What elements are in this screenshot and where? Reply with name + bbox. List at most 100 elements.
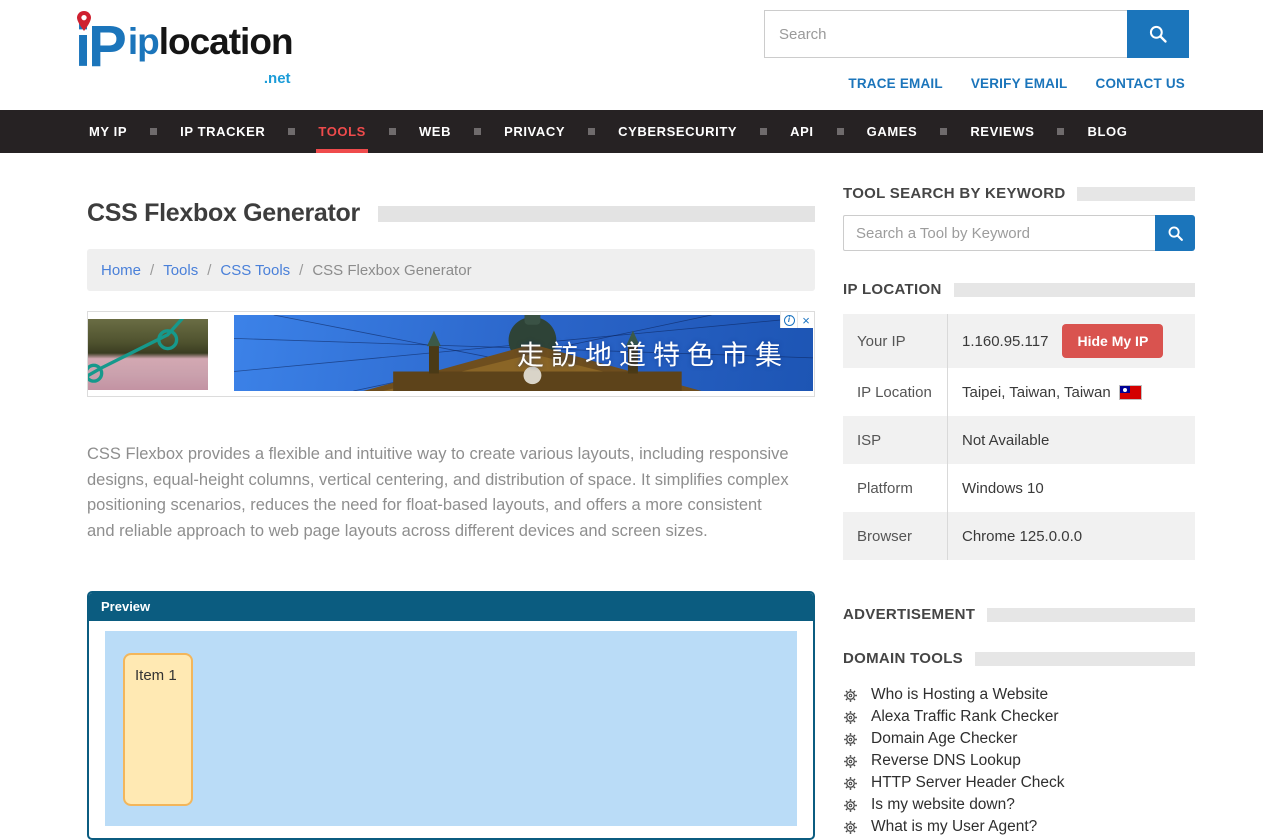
logo-location-text: location [159, 21, 293, 62]
browser-value: Chrome 125.0.0.0 [962, 528, 1082, 545]
nav-separator [760, 128, 767, 135]
nav-separator [940, 128, 947, 135]
row-value: Chrome 125.0.0.0 [948, 528, 1195, 545]
logo-wordmark: iplocation .net [128, 8, 293, 99]
search-icon [1148, 24, 1168, 44]
main-column: CSS Flexbox Generator Home / Tools / CSS… [87, 153, 815, 840]
nav-item-api[interactable]: API [788, 110, 815, 153]
header-search-input[interactable] [764, 10, 1127, 58]
domain-tool-link[interactable]: Domain Age Checker [871, 730, 1017, 748]
site-logo[interactable]: iP iplocation .net [75, 8, 293, 99]
list-item: Reverse DNS Lookup [843, 750, 1195, 772]
table-row: ISP Not Available [843, 416, 1195, 464]
isp-value: Not Available [962, 432, 1049, 449]
row-value: Windows 10 [948, 480, 1195, 497]
nav-item-games[interactable]: GAMES [865, 110, 920, 153]
advertisement-heading-text: ADVERTISEMENT [843, 606, 975, 623]
logo-ip-text: ip [128, 21, 159, 62]
domain-tool-link[interactable]: HTTP Server Header Check [871, 774, 1065, 792]
domain-tool-link[interactable]: What is my User Agent? [871, 818, 1037, 836]
nav-item-blog[interactable]: BLOG [1085, 110, 1129, 153]
nav-item-tools[interactable]: TOOLS [316, 110, 368, 153]
breadcrumb-separator: / [299, 262, 303, 279]
ad-controls: i × [780, 312, 814, 328]
preview-card: Preview Item 1 [87, 591, 815, 840]
gear-icon [843, 776, 858, 791]
header-search [764, 10, 1189, 58]
domain-tool-link[interactable]: Who is Hosting a Website [871, 686, 1048, 704]
tool-search-input[interactable] [843, 215, 1155, 251]
domain-tool-link[interactable]: Reverse DNS Lookup [871, 752, 1021, 770]
ip-location-heading-text: IP LOCATION [843, 281, 942, 298]
ip-location-table: Your IP 1.160.95.117 Hide My IP IP Locat… [843, 314, 1195, 560]
nav-separator [474, 128, 481, 135]
table-row: IP Location Taipei, Taiwan, Taiwan [843, 368, 1195, 416]
domain-tool-link[interactable]: Alexa Traffic Rank Checker [871, 708, 1059, 726]
ad-info-icon[interactable]: i [780, 312, 797, 328]
nav-item-reviews[interactable]: REVIEWS [968, 110, 1036, 153]
nav-separator [288, 128, 295, 135]
gear-icon [843, 820, 858, 835]
row-value: 1.160.95.117 Hide My IP [948, 324, 1195, 358]
advertisement-heading: ADVERTISEMENT [843, 606, 1195, 623]
tool-search [843, 215, 1195, 251]
gear-icon [843, 798, 858, 813]
flex-preview-item[interactable]: Item 1 [123, 653, 193, 806]
nav-item-web[interactable]: WEB [417, 110, 453, 153]
nav-separator [150, 128, 157, 135]
logo-mark: iP [75, 8, 124, 80]
title-row: CSS Flexbox Generator [87, 199, 815, 228]
nav-separator [588, 128, 595, 135]
ad-overlay-text: 走訪地道特色市集 [517, 334, 789, 373]
nav-item-ip-tracker[interactable]: IP TRACKER [178, 110, 267, 153]
gear-icon [843, 754, 858, 769]
row-label: Browser [843, 512, 948, 560]
list-item: What is my User Agent? [843, 816, 1195, 838]
tool-search-heading-text: TOOL SEARCH BY KEYWORD [843, 185, 1065, 202]
list-item: Alexa Traffic Rank Checker [843, 706, 1195, 728]
gear-icon [843, 710, 858, 725]
tool-description: CSS Flexbox provides a flexible and intu… [87, 442, 793, 544]
list-item: Who is Hosting a Website [843, 684, 1195, 706]
breadcrumb-css-tools[interactable]: CSS Tools [220, 262, 290, 279]
breadcrumb-separator: / [207, 262, 211, 279]
contact-us-link[interactable]: CONTACT US [1096, 76, 1186, 91]
row-label: Your IP [843, 314, 948, 368]
preview-header: Preview [89, 593, 813, 621]
trace-email-link[interactable]: TRACE EMAIL [848, 76, 942, 91]
list-item: Domain Age Checker [843, 728, 1195, 750]
page-body: CSS Flexbox Generator Home / Tools / CSS… [0, 153, 1263, 840]
header-search-button[interactable] [1127, 10, 1189, 58]
verify-email-link[interactable]: VERIFY EMAIL [971, 76, 1068, 91]
domain-tools-heading: DOMAIN TOOLS [843, 650, 1195, 667]
flag-sun [1123, 388, 1127, 392]
sidebar: TOOL SEARCH BY KEYWORD IP LOCATION Your … [843, 153, 1195, 840]
gear-icon [843, 688, 858, 703]
hide-my-ip-button[interactable]: Hide My IP [1062, 324, 1163, 358]
logo-tld-text: .net [128, 59, 293, 99]
heading-bar [975, 652, 1195, 666]
ip-address-value: 1.160.95.117 [962, 333, 1048, 350]
ip-location-heading: IP LOCATION [843, 281, 1195, 298]
ad-route-art [88, 319, 208, 390]
ad-image-left[interactable] [88, 319, 208, 390]
row-label: Platform [843, 464, 948, 512]
breadcrumb-home[interactable]: Home [101, 262, 141, 279]
preview-body: Item 1 [89, 621, 813, 838]
nav-item-privacy[interactable]: PRIVACY [502, 110, 567, 153]
breadcrumb-tools[interactable]: Tools [163, 262, 198, 279]
table-row: Platform Windows 10 [843, 464, 1195, 512]
ad-close-icon[interactable]: × [797, 312, 814, 328]
domain-tools-heading-text: DOMAIN TOOLS [843, 650, 963, 667]
nav-item-cybersecurity[interactable]: CYBERSECURITY [616, 110, 739, 153]
domain-tool-link[interactable]: Is my website down? [871, 796, 1015, 814]
title-decorative-bar [378, 206, 815, 222]
location-pin-icon [76, 10, 92, 32]
taiwan-flag-icon [1120, 386, 1141, 399]
tool-search-button[interactable] [1155, 215, 1195, 251]
heading-bar [1077, 187, 1195, 201]
ad-banner[interactable]: 走訪地道特色市集 i × [87, 311, 815, 397]
tool-search-heading: TOOL SEARCH BY KEYWORD [843, 185, 1195, 202]
ad-image-right[interactable]: 走訪地道特色市集 [234, 315, 813, 391]
nav-item-my-ip[interactable]: MY IP [87, 110, 129, 153]
